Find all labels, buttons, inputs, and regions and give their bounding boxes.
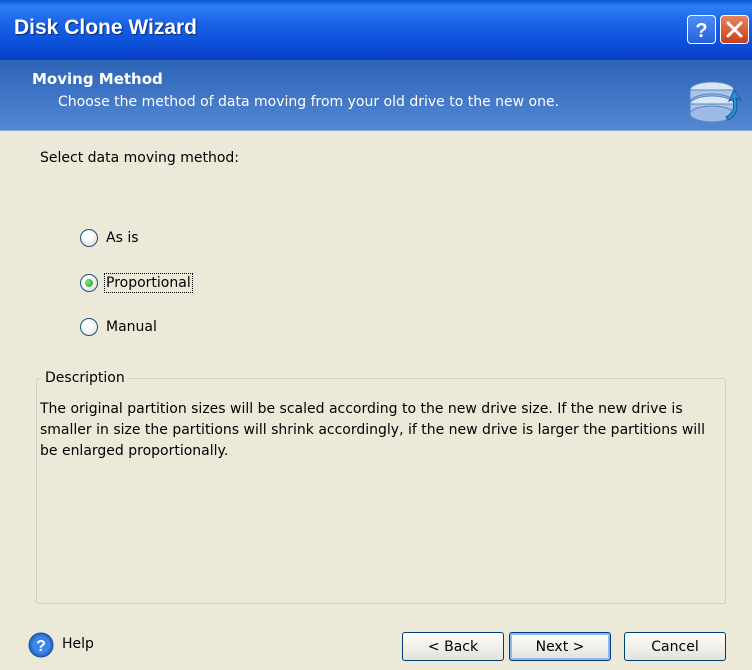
radio-selected-dot xyxy=(85,279,93,287)
radio-as-is-label: As is xyxy=(106,230,139,246)
svg-text:?: ? xyxy=(695,20,707,42)
question-mark-icon: ? xyxy=(695,20,707,42)
description-text: The original partition sizes will be sca… xyxy=(40,401,705,459)
disk-clone-wizard-window: Disk Clone Wizard ? Moving Method Choose… xyxy=(0,0,752,670)
radio-circle-icon xyxy=(80,229,98,247)
help-icon[interactable]: ? xyxy=(28,632,54,658)
help-title-button[interactable]: ? xyxy=(687,15,716,44)
wizard-content: Select data moving method: As is Proport… xyxy=(0,130,752,620)
svg-text:?: ? xyxy=(36,638,46,655)
cancel-button[interactable]: Cancel xyxy=(624,632,726,661)
close-button[interactable] xyxy=(720,15,749,44)
help-link[interactable]: Help xyxy=(62,636,94,652)
radio-proportional-label: Proportional xyxy=(104,273,193,293)
radio-proportional[interactable]: Proportional xyxy=(80,272,193,294)
wizard-header: Moving Method Choose the method of data … xyxy=(0,60,752,131)
close-icon xyxy=(726,21,743,38)
radio-manual-label: Manual xyxy=(106,319,157,335)
wizard-footer: ? Help < Back Next > Cancel xyxy=(0,620,752,670)
radio-circle-icon xyxy=(80,318,98,336)
step-subtitle: Choose the method of data moving from yo… xyxy=(58,94,560,110)
description-legend: Description xyxy=(41,370,129,386)
step-title: Moving Method xyxy=(32,70,163,88)
back-button[interactable]: < Back xyxy=(402,632,504,661)
select-method-label: Select data moving method: xyxy=(40,150,239,166)
next-button[interactable]: Next > xyxy=(509,632,611,661)
radio-manual[interactable]: Manual xyxy=(80,316,157,338)
radio-circle-icon xyxy=(80,274,98,292)
radio-as-is[interactable]: As is xyxy=(80,227,139,249)
title-bar[interactable]: Disk Clone Wizard ? xyxy=(0,0,752,60)
disk-clone-icon xyxy=(689,81,743,123)
window-title: Disk Clone Wizard xyxy=(14,16,198,39)
